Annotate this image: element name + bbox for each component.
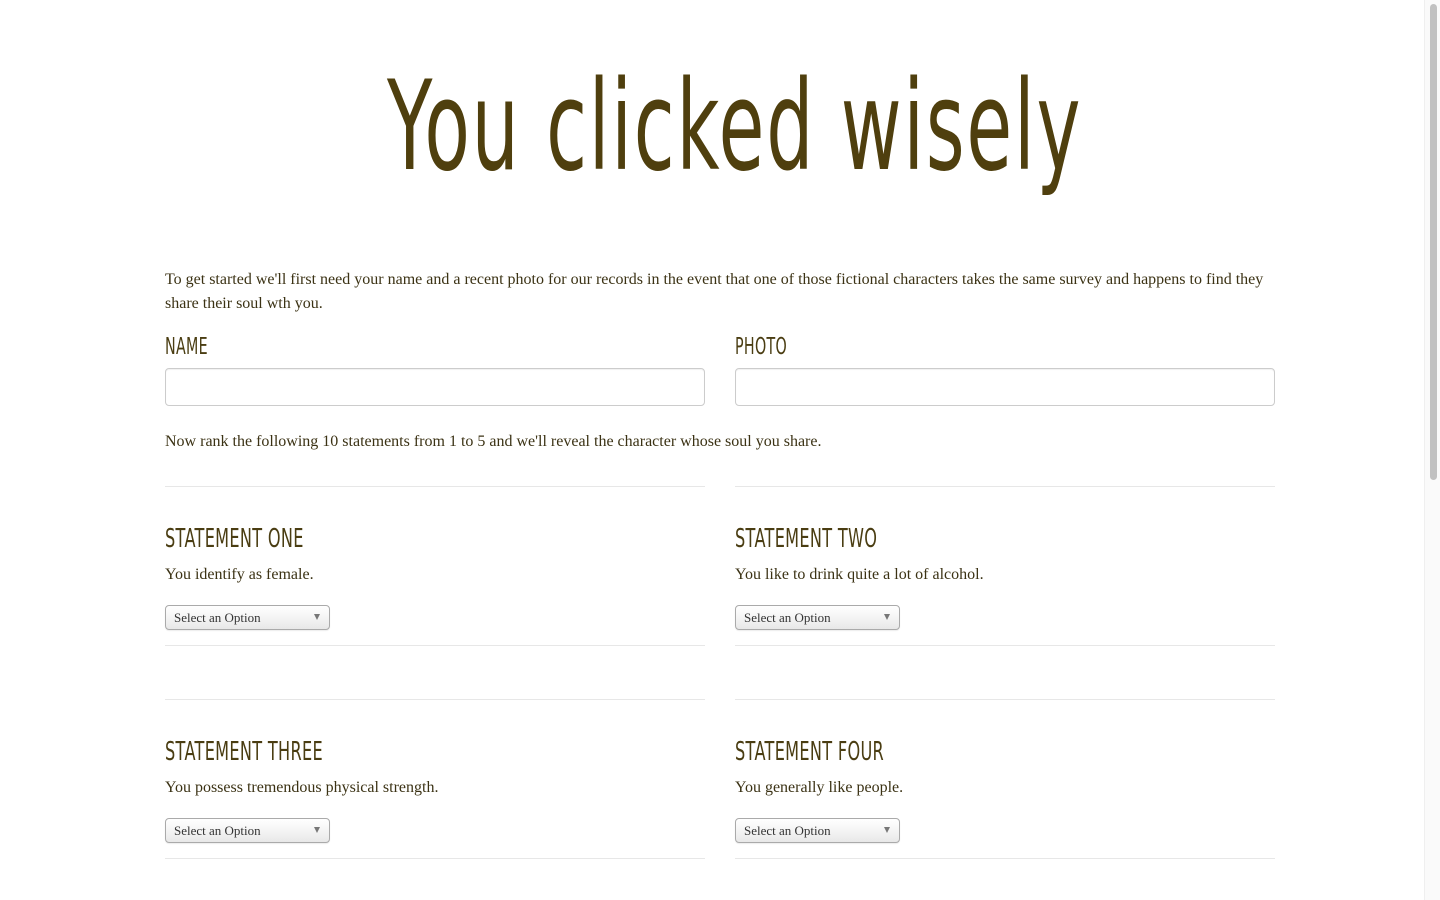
select-value: Select an Option [744, 823, 831, 838]
statement-text: You like to drink quite a lot of alcohol… [735, 566, 984, 583]
statement-three-select[interactable]: Select an Option [165, 818, 330, 843]
statement-title: Statement One [165, 524, 304, 554]
photo-input[interactable] [735, 368, 1275, 406]
chevron-down-icon [884, 827, 890, 833]
chevron-down-icon [884, 614, 890, 620]
statement-four-select[interactable]: Select an Option [735, 818, 900, 843]
statement-card-four: Statement Four You generally like people… [735, 699, 1275, 859]
rank-instructions: Now rank the following 10 statements fro… [165, 433, 822, 450]
photo-field-group: Photo [735, 332, 1275, 406]
statement-card-one: Statement One You identify as female. Se… [165, 486, 705, 646]
statement-card-two: Statement Two You like to drink quite a … [735, 486, 1275, 646]
statement-two-select[interactable]: Select an Option [735, 605, 900, 630]
vertical-scrollbar[interactable] [1424, 0, 1440, 900]
statement-text: You generally like people. [735, 779, 904, 796]
statement-one-select[interactable]: Select an Option [165, 605, 330, 630]
chevron-down-icon [314, 614, 320, 620]
intro-text: To get started we'll first need your nam… [165, 271, 1264, 312]
statement-title: Statement Three [165, 737, 323, 767]
select-value: Select an Option [174, 610, 261, 625]
statement-title: Statement Two [735, 524, 878, 554]
statement-text: You possess tremendous physical strength… [165, 779, 439, 796]
photo-label: Photo [735, 334, 788, 360]
statement-title: Statement Four [735, 737, 885, 767]
name-field-group: Name [165, 332, 705, 406]
scrollbar-thumb[interactable] [1430, 4, 1437, 480]
statement-text: You identify as female. [165, 566, 314, 583]
select-value: Select an Option [744, 610, 831, 625]
name-label: Name [165, 334, 208, 360]
page-title: You clicked wisely [387, 55, 1083, 199]
name-input[interactable] [165, 368, 705, 406]
chevron-down-icon [314, 827, 320, 833]
statement-card-three: Statement Three You possess tremendous p… [165, 699, 705, 859]
select-value: Select an Option [174, 823, 261, 838]
